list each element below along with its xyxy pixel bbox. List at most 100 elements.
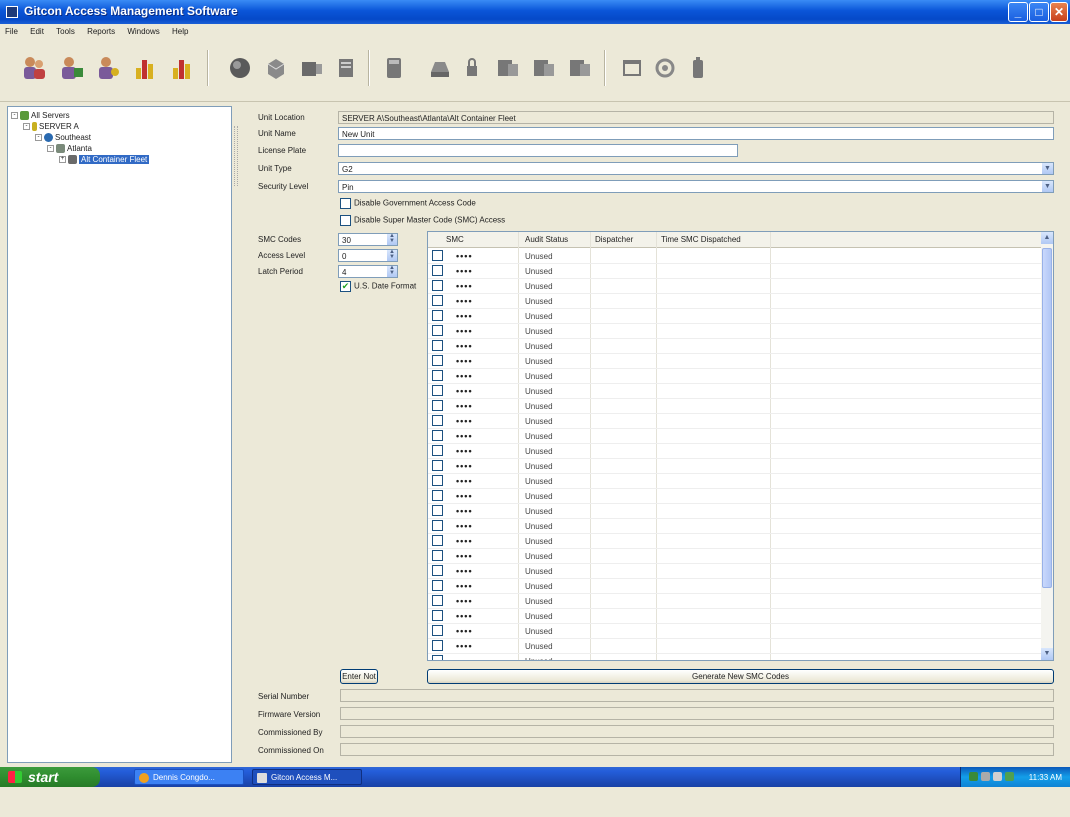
row-checkbox[interactable] [432, 490, 443, 501]
row-checkbox[interactable] [432, 340, 443, 351]
tree-item-atlanta[interactable]: - Atlanta [47, 144, 92, 154]
table-row[interactable]: •••• Unused [428, 474, 1043, 489]
report-export-icon[interactable] [168, 54, 196, 82]
lock-icon[interactable] [458, 54, 486, 82]
security-level-select[interactable]: Pin ▼ [338, 180, 1054, 193]
column-header-audit-status[interactable]: Audit Status [525, 235, 568, 244]
unit-name-field[interactable]: New Unit [338, 127, 1054, 140]
table-row[interactable]: •••• Unused [428, 519, 1043, 534]
row-checkbox[interactable] [432, 265, 443, 276]
table-row[interactable]: •••• Unused [428, 294, 1043, 309]
disable-gov-code-checkbox[interactable]: Disable Government Access Code [340, 198, 476, 209]
menu-help[interactable]: Help [167, 24, 193, 36]
table-row[interactable]: •••• Unused [428, 429, 1043, 444]
checkbox-box[interactable] [340, 198, 351, 209]
table-row[interactable]: •••• Unused [428, 279, 1043, 294]
device-sync-icon[interactable] [530, 54, 558, 82]
unit-type-select[interactable]: G2 ▼ [338, 162, 1054, 175]
row-checkbox[interactable] [432, 550, 443, 561]
minimize-button[interactable]: _ [1008, 2, 1028, 22]
spinner-arrows-icon[interactable]: ▲ ▼ [387, 265, 397, 277]
row-checkbox[interactable] [432, 325, 443, 336]
calculator-icon[interactable] [380, 54, 408, 82]
row-checkbox[interactable] [432, 580, 443, 591]
row-checkbox[interactable] [432, 535, 443, 546]
scrollbar-thumb[interactable] [1042, 248, 1052, 588]
row-checkbox[interactable] [432, 295, 443, 306]
menu-edit[interactable]: Edit [25, 24, 49, 36]
tree-item-server-a[interactable]: - SERVER A [23, 122, 79, 132]
tree-item-southeast[interactable]: - Southeast [35, 133, 91, 143]
row-checkbox[interactable] [432, 430, 443, 441]
taskbar-item-browser[interactable]: Dennis Congdo... [134, 769, 244, 785]
panel-splitter[interactable] [232, 106, 240, 206]
row-checkbox[interactable] [432, 475, 443, 486]
maximize-button[interactable]: □ [1029, 2, 1049, 22]
table-row[interactable]: •••• Unused [428, 324, 1043, 339]
table-row[interactable]: •••• Unused [428, 384, 1043, 399]
column-header-time-dispatched[interactable]: Time SMC Dispatched [661, 235, 741, 244]
menu-tools[interactable]: Tools [51, 24, 80, 36]
row-checkbox[interactable] [432, 610, 443, 621]
globe-icon[interactable] [226, 54, 254, 82]
user-group-icon[interactable] [20, 54, 48, 82]
enter-not-button[interactable]: Enter Not [340, 669, 378, 684]
table-row[interactable]: •••• Unused [428, 399, 1043, 414]
row-checkbox[interactable] [432, 655, 443, 660]
menu-reports[interactable]: Reports [82, 24, 120, 36]
table-row[interactable]: •••• Unused [428, 579, 1043, 594]
table-row[interactable]: •••• Unused [428, 639, 1043, 654]
menu-windows[interactable]: Windows [122, 24, 164, 36]
us-date-format-checkbox[interactable]: ✔ U.S. Date Format [340, 281, 426, 292]
grid-scrollbar[interactable]: ▲ ▼ [1041, 232, 1053, 660]
row-checkbox[interactable] [432, 505, 443, 516]
table-row[interactable]: •••• Unused [428, 564, 1043, 579]
server-icon[interactable] [262, 54, 290, 82]
device-list-icon[interactable] [566, 54, 594, 82]
row-checkbox[interactable] [432, 595, 443, 606]
tree-item-alt-container-fleet[interactable]: + Alt Container Fleet [59, 155, 150, 165]
column-header-smc[interactable]: SMC [446, 235, 464, 244]
table-row[interactable]: •••• Unused [428, 549, 1043, 564]
table-row[interactable]: Unused [428, 654, 1043, 660]
disable-smc-checkbox[interactable]: Disable Super Master Code (SMC) Access [340, 215, 505, 226]
window-icon[interactable] [618, 54, 646, 82]
row-checkbox[interactable] [432, 445, 443, 456]
start-button[interactable]: start [0, 767, 100, 787]
scroll-up-icon[interactable]: ▲ [1041, 232, 1053, 244]
row-checkbox[interactable] [432, 565, 443, 576]
spinner-arrows-icon[interactable]: ▲ ▼ [387, 249, 397, 261]
smc-codes-stepper[interactable]: 30 ▲ ▼ [338, 233, 398, 246]
spinner-arrows-icon[interactable]: ▲ ▼ [387, 233, 397, 245]
expand-icon[interactable]: + [59, 156, 66, 164]
row-checkbox[interactable] [432, 280, 443, 291]
collapse-icon[interactable]: - [11, 112, 18, 120]
collapse-icon[interactable]: - [47, 145, 54, 153]
network-icon[interactable] [969, 772, 978, 781]
collapse-icon[interactable]: - [35, 134, 42, 142]
row-checkbox[interactable] [432, 460, 443, 471]
row-checkbox[interactable] [432, 520, 443, 531]
close-button[interactable]: ✕ [1050, 2, 1068, 22]
access-level-stepper[interactable]: 0 ▲ ▼ [338, 249, 398, 262]
table-row[interactable]: •••• Unused [428, 354, 1043, 369]
battery-icon[interactable] [684, 54, 712, 82]
key-icon[interactable] [425, 54, 453, 82]
table-row[interactable]: •••• Unused [428, 249, 1043, 264]
table-row[interactable]: •••• Unused [428, 414, 1043, 429]
volume-icon[interactable] [993, 772, 1002, 781]
document-icon[interactable] [332, 54, 360, 82]
license-plate-field[interactable] [338, 144, 738, 157]
checkbox-box[interactable] [340, 215, 351, 226]
collapse-icon[interactable]: - [23, 123, 30, 131]
settings-icon[interactable] [651, 54, 679, 82]
security-icon[interactable] [1005, 772, 1014, 781]
dropdown-arrow-icon[interactable]: ▼ [1042, 163, 1053, 174]
row-checkbox[interactable] [432, 355, 443, 366]
row-checkbox[interactable] [432, 385, 443, 396]
device-icon[interactable] [494, 54, 522, 82]
table-row[interactable]: •••• Unused [428, 459, 1043, 474]
checkmark-icon[interactable]: ✔ [340, 281, 351, 292]
latch-period-stepper[interactable]: 4 ▲ ▼ [338, 265, 398, 278]
row-checkbox[interactable] [432, 310, 443, 321]
